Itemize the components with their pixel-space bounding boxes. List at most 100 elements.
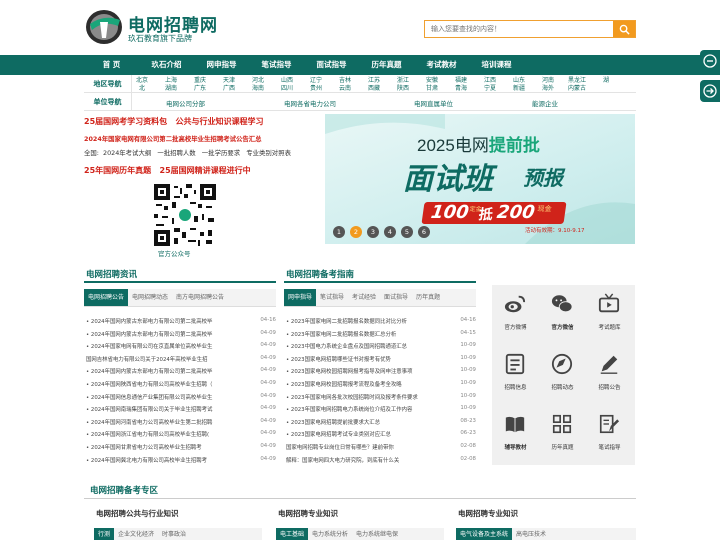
list-item[interactable]: • 2024年国网河南省电力公司高校毕业生第二批招聘 04-09 <box>86 418 276 430</box>
tile-recruit-info[interactable]: 招聘信息 <box>492 345 539 405</box>
carousel-dot[interactable]: 4 <box>384 226 396 238</box>
unit-link[interactable]: 能源企业 <box>532 98 558 108</box>
unit-link[interactable]: 电网各省电力公司 <box>284 98 336 108</box>
list-item-title[interactable]: • 2023国家电网招聘考试专业类别对应汇总 <box>286 430 454 438</box>
list-item-title[interactable]: • 2023中国电力系统企业盘点及国网招聘通道汇总 <box>286 342 454 350</box>
list-item[interactable]: • 2024年国网冀北电力有限公司高校毕业生招聘考 04-09 <box>86 456 276 468</box>
list-item-title[interactable]: • 2023年国家电网各批次校园招聘时间及报考条件要求 <box>286 393 454 401</box>
list-item[interactable]: • 2024年国家电网有限公司在京直属单位高校毕业生 04-09 <box>86 342 276 354</box>
list-item-title[interactable]: • 2023国家电网招聘提前批要求大汇总 <box>286 418 454 426</box>
list-item[interactable]: • 2023年国家电网二批招聘报名数据同比对比分析 04-16 <box>286 317 476 329</box>
tile-past-exams[interactable]: 历年真题 <box>539 405 586 465</box>
list-item-title[interactable]: • 2023年国家电网二批招聘报名数据汇总分析 <box>286 330 454 338</box>
list-item[interactable]: • 2024年国网内蒙古东部电力有限公司第二批高校毕 04-09 <box>86 367 276 379</box>
tab-recruit-news[interactable]: 电网招聘动态 <box>128 289 172 306</box>
list-item[interactable]: 国网吉林省电力有限公司关于2024年高校毕业生招 04-09 <box>86 355 276 367</box>
unit-link[interactable]: 电网直属单位 <box>414 98 453 108</box>
list-item-title[interactable]: • 2024年国家电网有限公司在京直属单位高校毕业生 <box>86 342 254 350</box>
list-item[interactable]: • 2023年国家电网二批招聘报名数据汇总分析 04-15 <box>286 330 476 342</box>
list-item-title[interactable]: • 2024年国网甘肃省电力公司高校毕业生招聘考 <box>86 443 254 451</box>
nav-written-guide[interactable]: 笔试指导 <box>249 55 304 75</box>
prep-tab[interactable]: 行测 <box>94 528 115 540</box>
list-item-title[interactable]: • 2023国家电网校园招聘报考流程及备考全攻略 <box>286 380 454 388</box>
list-item[interactable]: • 2023中国电力系统企业盘点及国网招聘通道汇总 10-09 <box>286 342 476 354</box>
nav-courses[interactable]: 培训课程 <box>469 55 524 75</box>
list-item-title[interactable]: • 2023国家电网招聘哪些证书对报考有优势 <box>286 355 454 363</box>
prep-tab[interactable]: 电气设备及主系统 <box>456 528 513 540</box>
province-link[interactable]: 内蒙古 <box>557 83 597 92</box>
tile-question-bank[interactable]: 考试题库 <box>586 285 633 345</box>
list-item-title[interactable]: • 2024年国网河南省电力公司高校毕业生第二批招聘 <box>86 418 254 426</box>
carousel-dot[interactable]: 6 <box>418 226 430 238</box>
tab-southern-grid[interactable]: 南方电网招聘公告 <box>172 289 228 306</box>
past-exams-link[interactable]: 25年国网历年真题 <box>84 166 151 175</box>
nav-past-exams[interactable]: 历年真题 <box>359 55 414 75</box>
side-collapse-button[interactable] <box>700 50 720 72</box>
list-item-title[interactable]: 国网吉林省电力有限公司关于2024年高校毕业生招 <box>86 355 254 363</box>
prep-tab[interactable]: 电力系统继电保 <box>352 528 402 540</box>
side-login-button[interactable] <box>700 80 720 102</box>
promo-announce-link[interactable]: 2024年国家电网有限公司第二批高校毕业生招聘考试公告汇总 <box>84 134 262 143</box>
nav-apply-guide[interactable]: 网申指导 <box>194 55 249 75</box>
list-item[interactable]: • 2023国家电网校园招聘报考流程及备考全攻略 10-09 <box>286 380 476 392</box>
list-item-title[interactable]: • 2024年国网陕西省电力有限公司高校毕业生招聘（ <box>86 380 254 388</box>
quick-link[interactable]: 2024年考试大纲 <box>103 149 151 157</box>
tab-interview-guide[interactable]: 面试指导 <box>380 289 412 306</box>
list-item[interactable]: • 2024年国网甘肃省电力公司高校毕业生招聘考 04-09 <box>86 443 276 455</box>
tile-recruit-notice[interactable]: 招聘公告 <box>586 345 633 405</box>
carousel-dot[interactable]: 3 <box>367 226 379 238</box>
tab-exam-experience[interactable]: 考试经验 <box>348 289 380 306</box>
carousel-dot[interactable]: 1 <box>333 226 345 238</box>
prep-tab[interactable]: 高电压技术 <box>512 528 550 540</box>
list-item[interactable]: • 2024年国网内蒙古东部电力有限公司第二批高校毕 04-09 <box>86 330 276 342</box>
search-button[interactable] <box>613 21 635 37</box>
tile-wechat[interactable]: 官方微信 <box>539 285 586 345</box>
tab-written-guide[interactable]: 笔试指导 <box>316 289 348 306</box>
list-item-title[interactable]: • 2024年国网内蒙古东部电力有限公司第二批高校毕 <box>86 367 254 375</box>
promo-link-b[interactable]: 公共与行业知识课程学习 <box>176 117 264 126</box>
course-link[interactable]: 25届国网精讲课程进行中 <box>160 166 251 175</box>
nav-about[interactable]: 玖石介绍 <box>139 55 194 75</box>
tab-apply-guide[interactable]: 网申指导 <box>284 289 317 306</box>
search-input[interactable] <box>425 21 613 37</box>
list-item-title[interactable]: • 2024年国网浙江省电力有限公司高校毕业生招聘( <box>86 430 254 438</box>
list-item-title[interactable]: • 2024年国网内蒙古东部电力有限公司第二批高校毕 <box>86 317 254 325</box>
list-item-title[interactable]: • 2024年国网冀北电力有限公司高校毕业生招聘考 <box>86 456 254 464</box>
tile-written-guide[interactable]: 笔试指导 <box>586 405 633 465</box>
quick-link[interactable]: 一批学历要求 <box>202 149 240 157</box>
prep-tab[interactable]: 企业文化经济 <box>114 528 158 540</box>
tab-recruit-notice[interactable]: 电网招聘公告 <box>84 289 129 306</box>
list-item[interactable]: • 2023年国家电网招聘电力系统岗位介绍及工作内容 10-09 <box>286 405 476 417</box>
prep-tab[interactable]: 时事政治 <box>158 528 190 540</box>
list-item-title[interactable]: 解释：国家电网四大电力研究院，到底有什么关 <box>286 456 454 464</box>
list-item[interactable]: • 2023国家电网招聘考试专业类别对应汇总 06-23 <box>286 430 476 442</box>
list-item-title[interactable]: • 2024年国网信息通信产业集团有限公司高校毕业生 <box>86 393 254 401</box>
list-item[interactable]: 解释：国家电网四大电力研究院，到底有什么关 02-08 <box>286 456 476 468</box>
prep-tab[interactable]: 电力系统分析 <box>308 528 352 540</box>
list-item[interactable]: 国家电网招聘专业岗位日常有哪些？建前带你 02-08 <box>286 443 476 455</box>
nav-textbooks[interactable]: 考试教材 <box>414 55 469 75</box>
logo-icon[interactable] <box>84 8 124 46</box>
list-item-title[interactable]: • 2024年国网内蒙古东部电力有限公司第二批高校毕 <box>86 330 254 338</box>
list-item[interactable]: • 2023年国家电网各批次校园招聘时间及报考条件要求 10-09 <box>286 393 476 405</box>
promo-banner[interactable]: 2025电网提前批 面试班 预报 100 定金 抵 200 现金 活动有效期：9… <box>325 114 635 244</box>
unit-link[interactable]: 电网公司分部 <box>166 98 205 108</box>
carousel-dot[interactable]: 5 <box>401 226 413 238</box>
tile-textbooks[interactable]: 辅导教材 <box>492 405 539 465</box>
list-item-title[interactable]: 国家电网招聘专业岗位日常有哪些？建前带你 <box>286 443 454 451</box>
list-item[interactable]: • 2024年国网浙江省电力有限公司高校毕业生招聘(04-09 <box>86 430 276 442</box>
tile-weibo[interactable]: 官方微博 <box>492 285 539 345</box>
list-item[interactable]: • 2023国家电网招聘提前批要求大汇总 08-23 <box>286 418 476 430</box>
list-item[interactable]: • 2024年国网内蒙古东部电力有限公司第二批高校毕 04-16 <box>86 317 276 329</box>
prep-tab[interactable]: 电工基础 <box>276 528 309 540</box>
list-item[interactable]: • 2024年国网陕西省电力有限公司高校毕业生招聘（ 04-09 <box>86 380 276 392</box>
list-item-title[interactable]: • 2023年国家电网二批招聘报名数据同比对比分析 <box>286 317 454 325</box>
quick-link[interactable]: 专业类别对照表 <box>246 149 291 157</box>
carousel-dot-active[interactable]: 2 <box>350 226 362 238</box>
quick-link[interactable]: 一批招聘人数 <box>157 149 195 157</box>
list-item-title[interactable]: • 2023国家电网校园招聘网报考指导及网申注意事项 <box>286 367 454 375</box>
nav-home[interactable]: 首 页 <box>84 55 139 75</box>
list-item[interactable]: • 2023国家电网招聘哪些证书对报考有优势 10-09 <box>286 355 476 367</box>
list-item-title[interactable]: • 2023年国家电网招聘电力系统岗位介绍及工作内容 <box>286 405 454 413</box>
list-item[interactable]: • 2024年国网信息通信产业集团有限公司高校毕业生 04-09 <box>86 393 276 405</box>
